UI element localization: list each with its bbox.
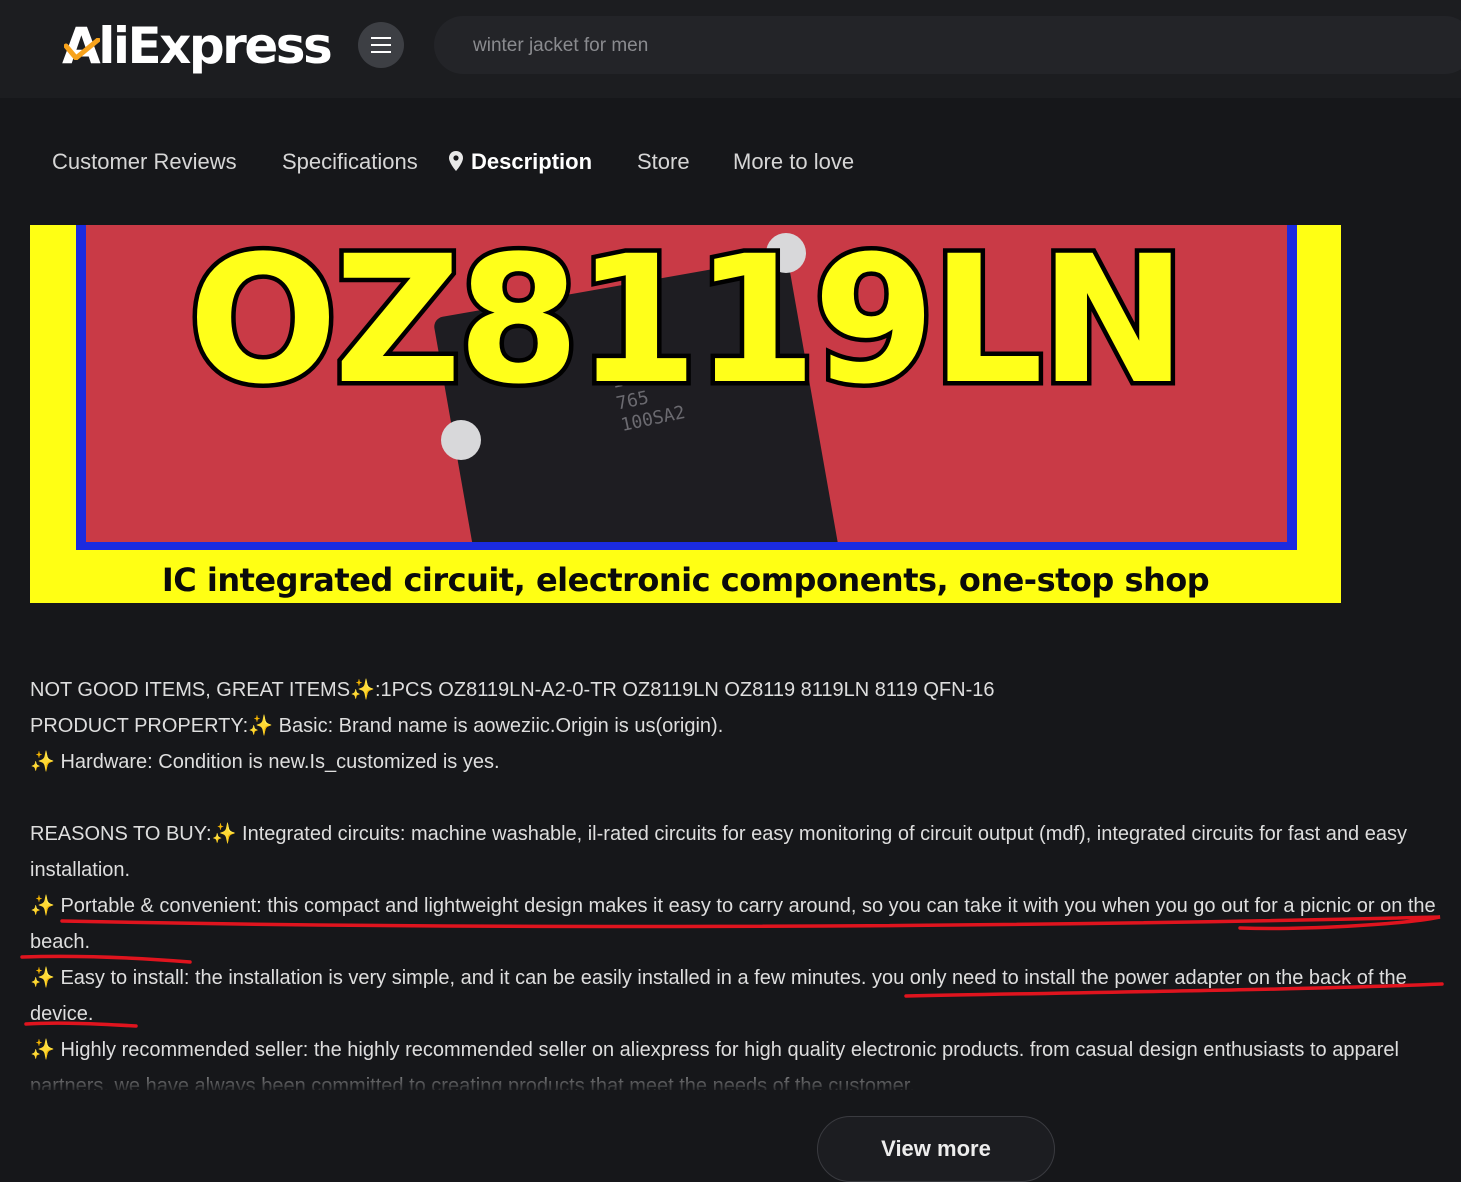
chip-hole [441,420,481,460]
tab-description-label: Description [471,149,593,174]
sparkles-icon: ✨ [211,823,237,845]
banner-model-number: OZ8119LN [184,225,1192,423]
description-line: REASONS TO BUY:✨ Integrated circuits: ma… [30,823,1407,881]
description-line: ✨ Hardware: Condition is new.Is_customiz… [30,751,500,773]
aliexpress-logo[interactable]: AliExpress [62,14,333,78]
tab-more-to-love[interactable]: More to love [733,140,854,184]
sparkles-icon: ✨ [350,679,375,701]
sparkles-icon: ✨ [30,1039,55,1061]
sparkles-icon: ✨ [30,895,55,917]
description-line: PRODUCT PROPERTY:✨ Basic: Brand name is … [30,715,724,737]
tab-customer-reviews[interactable]: Customer Reviews [52,140,237,184]
hamburger-menu-icon [371,37,391,53]
description-line: ✨ Easy to install: the installation is v… [30,967,1407,1025]
tab-specifications[interactable]: Specifications [282,140,418,184]
sparkles-icon: ✨ [248,715,274,737]
product-description: NOT GOOD ITEMS, GREAT ITEMS✨:1PCS OZ8119… [30,672,1445,1090]
logo-text: AliExpress [62,17,333,75]
tab-store[interactable]: Store [637,140,690,184]
site-header: AliExpress [0,0,1461,98]
logo-check-icon [64,38,100,60]
search-input[interactable] [471,30,1375,62]
description-line: NOT GOOD ITEMS, GREAT ITEMS✨:1PCS OZ8119… [30,679,995,701]
banner-tagline: IC integrated circuit, electronic compon… [161,561,1210,599]
view-more-button[interactable]: View more [817,1116,1055,1182]
sparkles-icon: ✨ [30,751,55,773]
sparkles-icon: ✨ [30,967,55,989]
location-pin-icon [449,151,463,172]
search-bar[interactable] [434,16,1461,74]
description-fade [0,1060,1461,1094]
product-banner-image: 119 765 100SA2 OZ8119LN IC integrated ci… [30,225,1341,603]
description-line: ✨ Portable & convenient: this compact an… [30,895,1436,953]
menu-button[interactable] [358,22,404,68]
tab-description[interactable]: Description [449,140,592,184]
